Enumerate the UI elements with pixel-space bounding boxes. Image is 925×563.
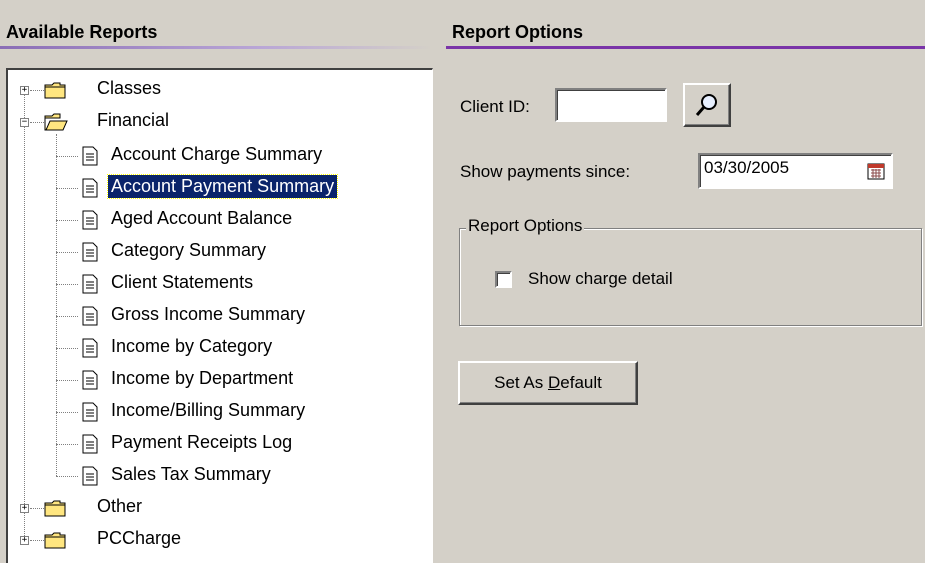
available-reports-header: Available Reports xyxy=(0,22,432,49)
show-charge-detail-checkbox[interactable] xyxy=(495,271,512,288)
collapse-icon[interactable]: − xyxy=(20,118,29,127)
document-icon xyxy=(82,306,98,326)
tree-label-report: Category Summary xyxy=(111,240,267,260)
document-icon xyxy=(82,338,98,358)
client-search-button[interactable] xyxy=(683,83,731,127)
tree-label-report: Account Charge Summary xyxy=(111,144,323,164)
show-payments-date-value: 03/30/2005 xyxy=(704,158,790,177)
tree-label-report: Gross Income Summary xyxy=(111,304,306,324)
tree-label-classes: Classes xyxy=(97,78,162,98)
tree-label-report: Account Payment Summary xyxy=(106,174,339,199)
expand-icon[interactable]: + xyxy=(20,536,29,545)
tree-connector xyxy=(24,90,25,540)
set-as-default-button[interactable]: Set As Default xyxy=(458,361,638,405)
client-id-input[interactable] xyxy=(555,88,667,122)
tree-label-other: Other xyxy=(97,496,143,516)
report-options-header: Report Options xyxy=(446,22,925,49)
expand-icon[interactable]: + xyxy=(20,86,29,95)
tree-label-report: Sales Tax Summary xyxy=(111,464,271,484)
tree-label-report: Income by Department xyxy=(111,368,294,388)
document-icon xyxy=(82,242,98,262)
show-payments-label: Show payments since: xyxy=(460,162,631,181)
show-charge-detail-label: Show charge detail xyxy=(528,269,673,288)
document-icon xyxy=(82,178,98,198)
tree-label-report: Income by Category xyxy=(111,336,273,356)
folder-closed-icon xyxy=(44,500,66,517)
expand-icon[interactable]: + xyxy=(20,504,29,513)
document-icon xyxy=(82,370,98,390)
document-icon xyxy=(82,146,98,166)
tree-label-pccharge: PCCharge xyxy=(97,528,182,548)
tree-label-report: Income/Billing Summary xyxy=(111,400,306,420)
folder-open-icon xyxy=(44,113,68,131)
reports-tree[interactable]: + Classes − Financial Account Charge Sum… xyxy=(6,68,433,563)
client-id-label: Client ID: xyxy=(460,97,530,116)
folder-closed-icon xyxy=(44,532,66,549)
available-reports-title: Available Reports xyxy=(6,22,158,42)
document-icon xyxy=(82,210,98,230)
document-icon xyxy=(82,274,98,294)
header-rule xyxy=(0,46,432,49)
tree-label-report: Client Statements xyxy=(111,272,254,292)
tree-label-financial: Financial xyxy=(97,110,170,130)
tree-connector xyxy=(56,134,57,476)
report-options-title: Report Options xyxy=(452,22,583,42)
header-rule xyxy=(446,46,925,49)
magnifier-icon xyxy=(695,94,717,116)
document-icon xyxy=(82,402,98,422)
document-icon xyxy=(82,466,98,486)
document-icon xyxy=(82,434,98,454)
folder-closed-icon xyxy=(44,82,66,99)
tree-label-report: Payment Receipts Log xyxy=(111,432,293,452)
show-payments-date-field[interactable]: 03/30/2005 xyxy=(698,153,893,189)
set-as-default-label: Set As Default xyxy=(494,373,602,392)
report-options-group-title: Report Options xyxy=(466,216,585,236)
tree-label-report: Aged Account Balance xyxy=(111,208,293,228)
calendar-icon[interactable] xyxy=(867,162,885,180)
